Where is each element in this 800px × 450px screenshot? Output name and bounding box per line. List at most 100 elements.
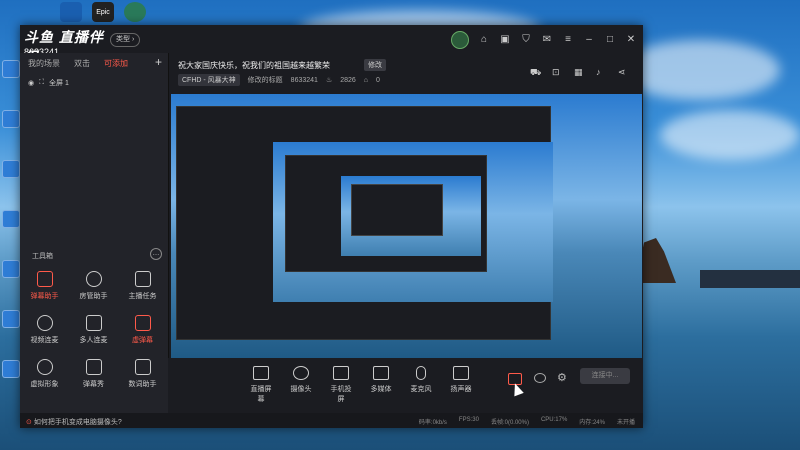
scene-label: 全屏 1	[49, 80, 69, 87]
category-edit-label[interactable]: 修改的标题	[248, 75, 283, 85]
tool-virtual-danmaku[interactable]: 虚弹幕	[118, 315, 167, 345]
layout-icon[interactable]: ▦	[574, 67, 585, 78]
tool-label: 虚弹幕	[132, 337, 153, 344]
scene-panel: 我的场景 双击 可添加 + ◉ ⛶ 全屏 1 工具箱 … 弹幕助手 房管助手 主…	[20, 53, 169, 428]
play-icon	[373, 366, 389, 380]
tab-double-click[interactable]: 双击	[74, 58, 90, 69]
type-button[interactable]: 类型 ›	[110, 33, 141, 47]
desktop-app-icon[interactable]	[2, 60, 20, 78]
tool-danmaku-show[interactable]: 弹幕秀	[69, 359, 118, 389]
camera-button[interactable]: 摄像头	[288, 366, 314, 404]
tool-video-link[interactable]: 视频连麦	[20, 315, 69, 345]
danmaku-icon	[36, 271, 53, 287]
fire-icon: ♨	[325, 77, 333, 84]
microphone-button[interactable]: 麦克风	[408, 366, 434, 404]
toolbox-grid: 弹幕助手 房管助手 主播任务 视频连麦 多人连麦 虚弹幕 虚拟形象 弹幕秀 数词…	[20, 271, 168, 389]
phone-cast-button[interactable]: 手机投屏	[328, 366, 354, 404]
popularity-count: 2826	[340, 76, 356, 84]
fps-stat: FPS:30	[458, 417, 479, 423]
douyu-live-window: 斗鱼 直播伴侣 8633241 类型 › ⌂ ▣ ⛉ ✉ ≡ – □ ✕ 我的场…	[20, 25, 643, 428]
add-scene-icon[interactable]: +	[155, 55, 162, 69]
camera-tip-link[interactable]: ⊙ 如何把手机变成电脑摄像头?	[26, 417, 122, 427]
gift-icon[interactable]: ▣	[499, 34, 511, 46]
tool-streamer-tasks[interactable]: 主播任务	[118, 271, 167, 301]
bell-icon[interactable]: ♪	[596, 67, 607, 78]
share-icon[interactable]: ⌂	[478, 34, 490, 46]
tool-label: 虚拟形象	[30, 381, 59, 388]
desktop-app-icon[interactable]	[2, 160, 20, 178]
tool-label: 弹幕秀	[83, 381, 104, 388]
source-label: 摄像头	[290, 386, 312, 393]
source-toolbar: 直播屏幕 摄像头 手机投屏 多媒体 麦克风 扬声器 ⚙ 连接中...	[168, 358, 643, 413]
camera-icon	[293, 366, 309, 380]
live-status: 未开播	[616, 420, 635, 426]
follower-count: 0	[376, 76, 380, 84]
scene-tabs: 我的场景 双击 可添加	[20, 53, 168, 74]
speaker-button[interactable]: 扬声器	[448, 366, 474, 404]
tool-label: 视频连麦	[30, 337, 59, 344]
eye-icon[interactable]: ◉	[28, 79, 34, 87]
tool-room-manager[interactable]: 房管助手	[69, 271, 118, 301]
desktop-app-icon[interactable]	[124, 2, 146, 22]
desktop-top-icons: Epic	[60, 2, 146, 22]
source-label: 直播屏幕	[250, 386, 272, 403]
source-label: 麦克风	[410, 386, 432, 393]
start-live-button[interactable]: 连接中...	[580, 368, 630, 384]
minimize-icon[interactable]: –	[583, 34, 595, 46]
desktop-app-icon[interactable]	[2, 110, 20, 128]
fullscreen-icon: ⛶	[39, 79, 45, 86]
titlebar-controls: ⌂ ▣ ⛉ ✉ ≡ – □ ✕	[451, 31, 637, 49]
tool-word-assistant[interactable]: 数词助手	[118, 359, 167, 389]
stream-stats: 码率:0kb/s FPS:30 丢帧:0(0.00%) CPU:17% 内存:2…	[419, 417, 635, 426]
video-link-icon	[36, 315, 53, 331]
gear-icon[interactable]: ⚙	[557, 371, 567, 384]
bitrate-stat: 码率:0kb/s	[418, 420, 447, 426]
stream-meta: CFHD - 风暴大神 修改的标题 8633241 ♨ 2826 ⌂ 0	[178, 74, 380, 86]
tool-label: 主播任务	[128, 293, 157, 300]
task-icon	[134, 271, 151, 287]
lock-icon[interactable]: ⊡	[552, 67, 563, 78]
source-buttons: 直播屏幕 摄像头 手机投屏 多媒体 麦克风 扬声器	[248, 366, 474, 404]
tab-my-scenes[interactable]: 我的场景	[28, 58, 60, 69]
share-icon[interactable]: ⋖	[618, 67, 629, 78]
tool-danmaku-assistant[interactable]: 弹幕助手	[20, 271, 69, 301]
memory-stat: 内存:24%	[579, 420, 605, 426]
tv-icon	[85, 359, 102, 375]
epic-games-icon[interactable]: Epic	[92, 2, 114, 22]
menu-icon[interactable]: ≡	[562, 34, 574, 46]
nested-preview-window	[285, 155, 487, 272]
close-icon[interactable]: ✕	[625, 34, 637, 46]
desktop-app-icon[interactable]	[2, 360, 20, 378]
multi-link-icon	[85, 315, 102, 331]
multimedia-button[interactable]: 多媒体	[368, 366, 394, 404]
avatar-icon	[36, 359, 53, 375]
eye-icon[interactable]	[534, 373, 546, 383]
tab-addable[interactable]: 可添加	[104, 58, 128, 69]
source-label: 手机投屏	[330, 386, 352, 403]
more-icon[interactable]: …	[150, 248, 162, 260]
desktop-app-icon[interactable]	[2, 310, 20, 328]
cpu-stat: CPU:17%	[540, 417, 568, 423]
tool-virtual-avatar[interactable]: 虚拟形象	[20, 359, 69, 389]
follower-icon: ⌂	[363, 76, 369, 84]
desktop-app-icon[interactable]	[60, 2, 82, 22]
cart-icon[interactable]: ⛟	[530, 67, 541, 78]
speaker-icon	[453, 366, 469, 380]
maximize-icon[interactable]: □	[604, 34, 616, 46]
nested-preview-window	[176, 106, 553, 340]
mail-icon[interactable]: ✉	[541, 34, 553, 46]
stream-preview[interactable]	[171, 94, 642, 358]
word-icon	[134, 359, 151, 375]
tip-text: 如何把手机变成电脑摄像头?	[33, 419, 122, 426]
shirt-icon[interactable]: ⛉	[520, 34, 532, 46]
dropped-frames-stat: 丢帧:0(0.00%)	[490, 420, 529, 426]
screen-capture-button[interactable]: 直播屏幕	[248, 366, 274, 404]
avatar[interactable]	[451, 31, 469, 49]
category-chip[interactable]: CFHD - 风暴大神	[178, 74, 240, 86]
tool-multi-link[interactable]: 多人连麦	[69, 315, 118, 345]
edit-title-button[interactable]: 修改	[364, 59, 386, 71]
desktop-app-icon[interactable]	[2, 210, 20, 228]
desktop-app-icon[interactable]	[2, 260, 20, 278]
title-bar: 斗鱼 直播伴侣 8633241 类型 › ⌂ ▣ ⛉ ✉ ≡ – □ ✕	[20, 25, 643, 65]
scene-item[interactable]: ◉ ⛶ 全屏 1	[20, 74, 168, 92]
